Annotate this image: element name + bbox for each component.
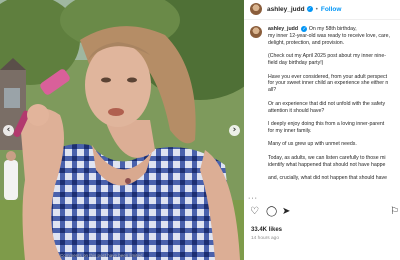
caption-line: field day birthday party!) bbox=[268, 60, 324, 67]
action-bar: ♡ ◯ ➤ ⚐ bbox=[250, 205, 400, 219]
bookmark-icon[interactable]: ⚐ bbox=[390, 205, 399, 219]
caption-line: attention it should have? bbox=[268, 107, 325, 114]
caption-line: Many of us grew up with unmet needs. bbox=[268, 141, 357, 148]
caption-line: for my inner family. bbox=[268, 127, 312, 134]
username[interactable]: ashley_judd bbox=[267, 6, 305, 13]
caption-line: Have you ever considered, from your adul… bbox=[268, 73, 388, 80]
caption-line: Today, as adults, we can listen carefull… bbox=[268, 154, 386, 161]
follow-button[interactable]: Follow bbox=[321, 6, 342, 13]
header-divider bbox=[244, 19, 400, 20]
more-icon[interactable]: ··· bbox=[248, 195, 258, 204]
caption-username[interactable]: ashley_judd bbox=[268, 26, 298, 32]
caption-line: for your sweet inner child an experience… bbox=[268, 80, 389, 87]
caption: ashley_judd ✓ On my 58th birthday, my in… bbox=[250, 25, 400, 195]
post-media[interactable]: ‹ › bbox=[0, 0, 244, 260]
verified-badge-icon: ✓ bbox=[301, 26, 308, 32]
comments-limited-notice: Comments on this post have been limited bbox=[60, 253, 143, 258]
post-header: ashley_judd ✓ • Follow bbox=[250, 2, 341, 16]
separator-dot: • bbox=[315, 5, 318, 13]
verified-badge-icon: ✓ bbox=[306, 6, 313, 12]
caption-line: delight, protection, and provision. bbox=[268, 39, 345, 46]
caption-line: (Check out my April 2025 post about my i… bbox=[268, 53, 386, 60]
caption-first-line: ashley_judd ✓ On my 58th birthday, bbox=[268, 26, 390, 33]
chevron-left-icon[interactable]: ‹ bbox=[3, 125, 14, 136]
likes-count[interactable]: 33.4K likes bbox=[251, 227, 282, 233]
caption-line: Or an experience that did not unfold wit… bbox=[268, 100, 386, 107]
heart-icon[interactable]: ♡ bbox=[250, 205, 259, 219]
comment-icon[interactable]: ◯ bbox=[266, 205, 277, 219]
post-photo bbox=[0, 0, 244, 260]
caption-text: ashley_judd ✓ On my 58th birthday, my in… bbox=[268, 26, 390, 182]
chevron-right-icon[interactable]: › bbox=[229, 125, 240, 136]
caption-avatar[interactable] bbox=[250, 26, 262, 38]
caption-line: all? bbox=[268, 87, 277, 94]
caption-line: and, crucially, what did not happen that… bbox=[268, 175, 388, 182]
caption-line: identify what happened that should not h… bbox=[268, 161, 386, 168]
avatar[interactable] bbox=[250, 3, 262, 15]
timestamp: 14 hours ago bbox=[251, 236, 280, 241]
share-icon[interactable]: ➤ bbox=[282, 205, 290, 219]
post-side-panel: ashley_judd ✓ • Follow ashley_judd ✓ On … bbox=[244, 0, 400, 260]
caption-line: I deeply enjoy doing this from a loving … bbox=[268, 121, 385, 128]
caption-line: my inner 12-year-old was ready to receiv… bbox=[268, 32, 390, 39]
caption-line: On my 58th birthday, bbox=[308, 26, 357, 32]
